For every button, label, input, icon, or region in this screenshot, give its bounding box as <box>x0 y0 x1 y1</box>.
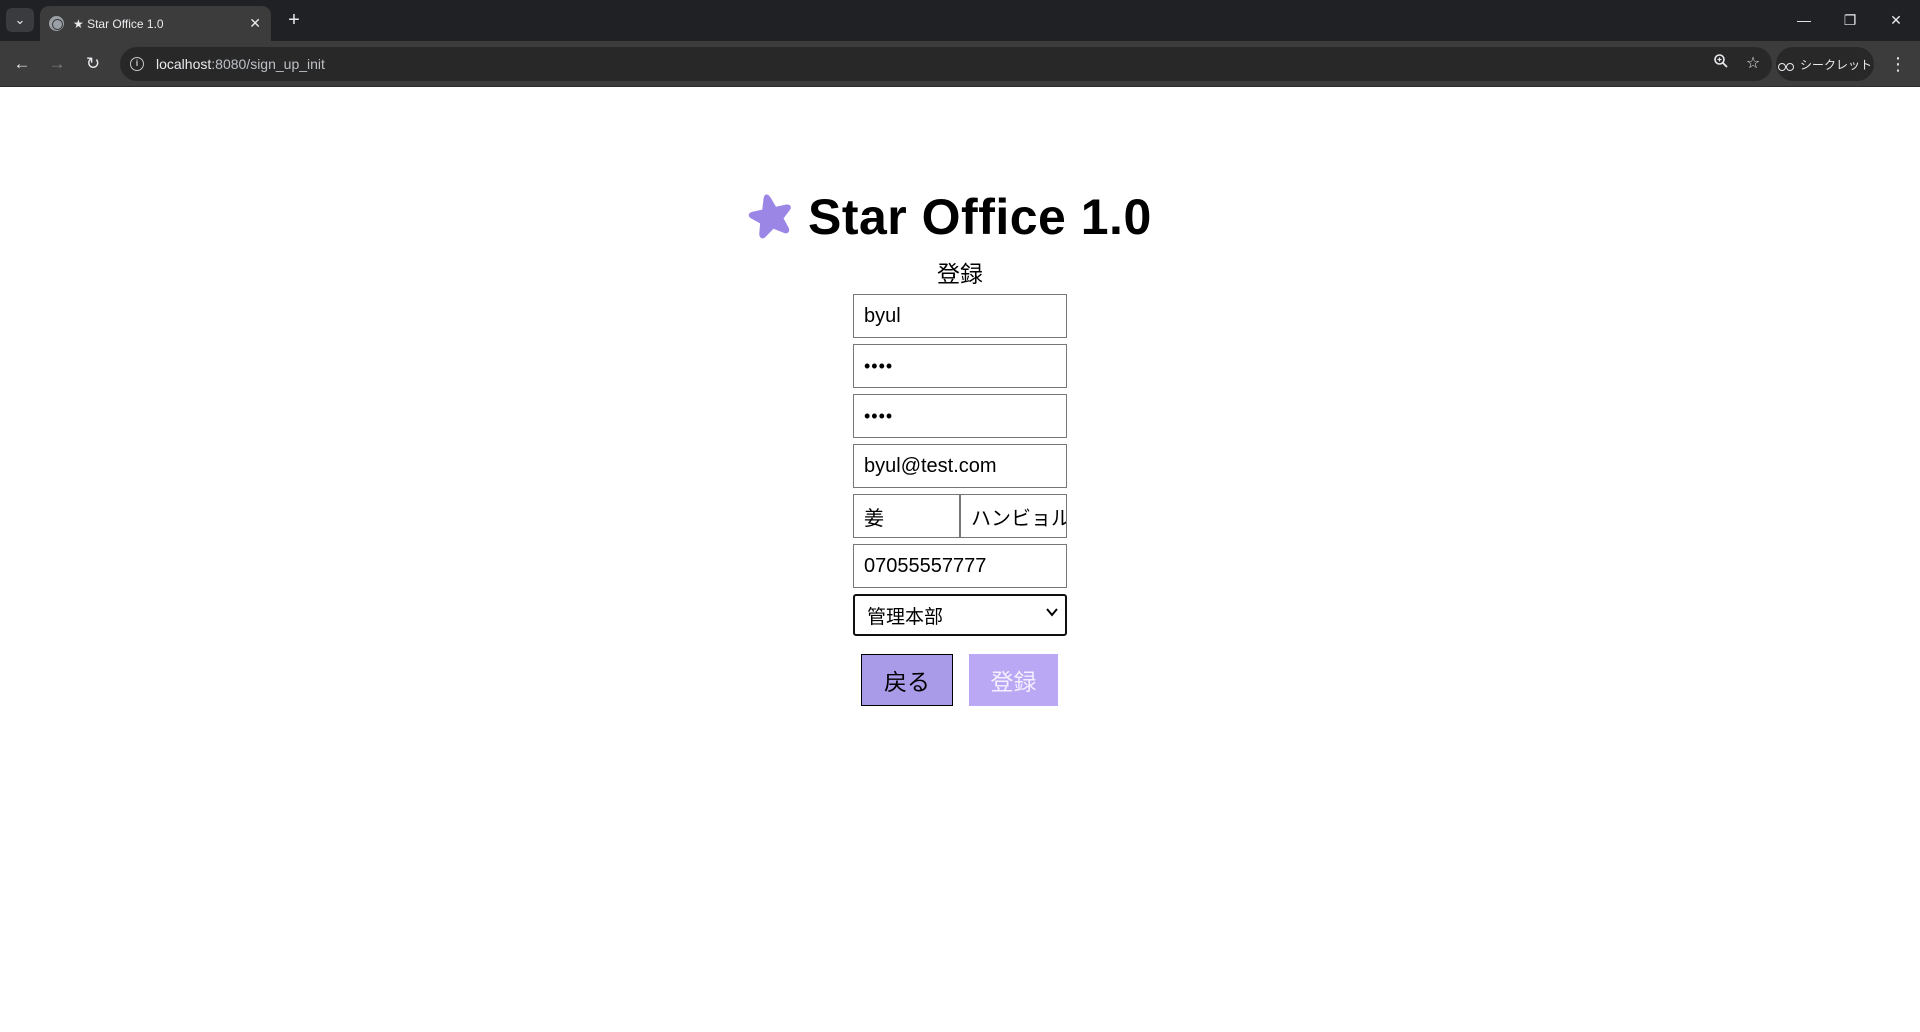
department-select[interactable]: 管理本部 <box>853 594 1067 636</box>
back-button[interactable]: 戻る <box>861 654 953 706</box>
incognito-badge[interactable]: シークレット <box>1776 47 1874 81</box>
register-button[interactable]: 登録 <box>969 654 1058 706</box>
password-input[interactable]: •••• <box>853 344 1067 388</box>
restore-button[interactable]: ❐ <box>1836 8 1864 32</box>
star-logo-icon <box>748 194 791 239</box>
page-content: Star Office 1.0 登録 byul •••• •••• byul@t… <box>0 87 1920 1032</box>
browser-tabstrip: ⌄ ★ Star Office 1.0 ✕ + — ❐ ✕ <box>0 0 1920 41</box>
browser-toolbar: ← → ↻ i localhost:8080/sign_up_init ☆ シー… <box>0 41 1920 87</box>
form-title: 登録 <box>937 261 983 287</box>
close-window-button[interactable]: ✕ <box>1882 8 1910 32</box>
address-bar[interactable]: i localhost:8080/sign_up_init ☆ <box>120 47 1772 81</box>
site-info-icon[interactable]: i <box>130 57 144 71</box>
back-arrow-icon[interactable]: ← <box>10 52 34 76</box>
url-path: :8080/sign_up_init <box>211 56 325 72</box>
reload-icon[interactable]: ↻ <box>81 52 105 76</box>
department-selected-value: 管理本部 <box>867 606 944 628</box>
tab-search-button[interactable]: ⌄ <box>6 8 34 32</box>
zoom-icon[interactable] <box>1710 53 1732 75</box>
close-tab-icon[interactable]: ✕ <box>249 15 261 31</box>
url-host: localhost <box>156 56 212 72</box>
phone-input[interactable]: 07055557777 <box>853 544 1067 588</box>
first-name-input[interactable]: ハンビョル <box>960 494 1067 538</box>
url-text[interactable]: localhost:8080/sign_up_init <box>156 56 325 72</box>
email-input[interactable]: byul@test.com <box>853 444 1067 488</box>
new-tab-button[interactable]: + <box>282 8 306 32</box>
app-title: Star Office 1.0 <box>808 189 1152 245</box>
browser-tab-active[interactable]: ★ Star Office 1.0 ✕ <box>40 6 271 41</box>
incognito-label: シークレット <box>1799 57 1872 72</box>
bookmark-star-icon[interactable]: ☆ <box>1742 53 1764 75</box>
globe-icon <box>49 16 64 31</box>
minimize-button[interactable]: — <box>1790 8 1818 32</box>
user-id-input[interactable]: byul <box>853 294 1067 338</box>
chevron-down-icon <box>1046 608 1058 617</box>
browser-menu-icon[interactable]: ⋮ <box>1886 52 1910 76</box>
incognito-icon <box>1777 59 1794 71</box>
forward-arrow-icon[interactable]: → <box>45 52 69 76</box>
tab-title: ★ Star Office 1.0 <box>73 16 164 31</box>
last-name-input[interactable]: 姜 <box>853 494 960 538</box>
password-confirm-input[interactable]: •••• <box>853 394 1067 438</box>
chevron-down-icon: ⌄ <box>14 12 26 27</box>
app-header: Star Office 1.0 <box>744 187 1152 247</box>
